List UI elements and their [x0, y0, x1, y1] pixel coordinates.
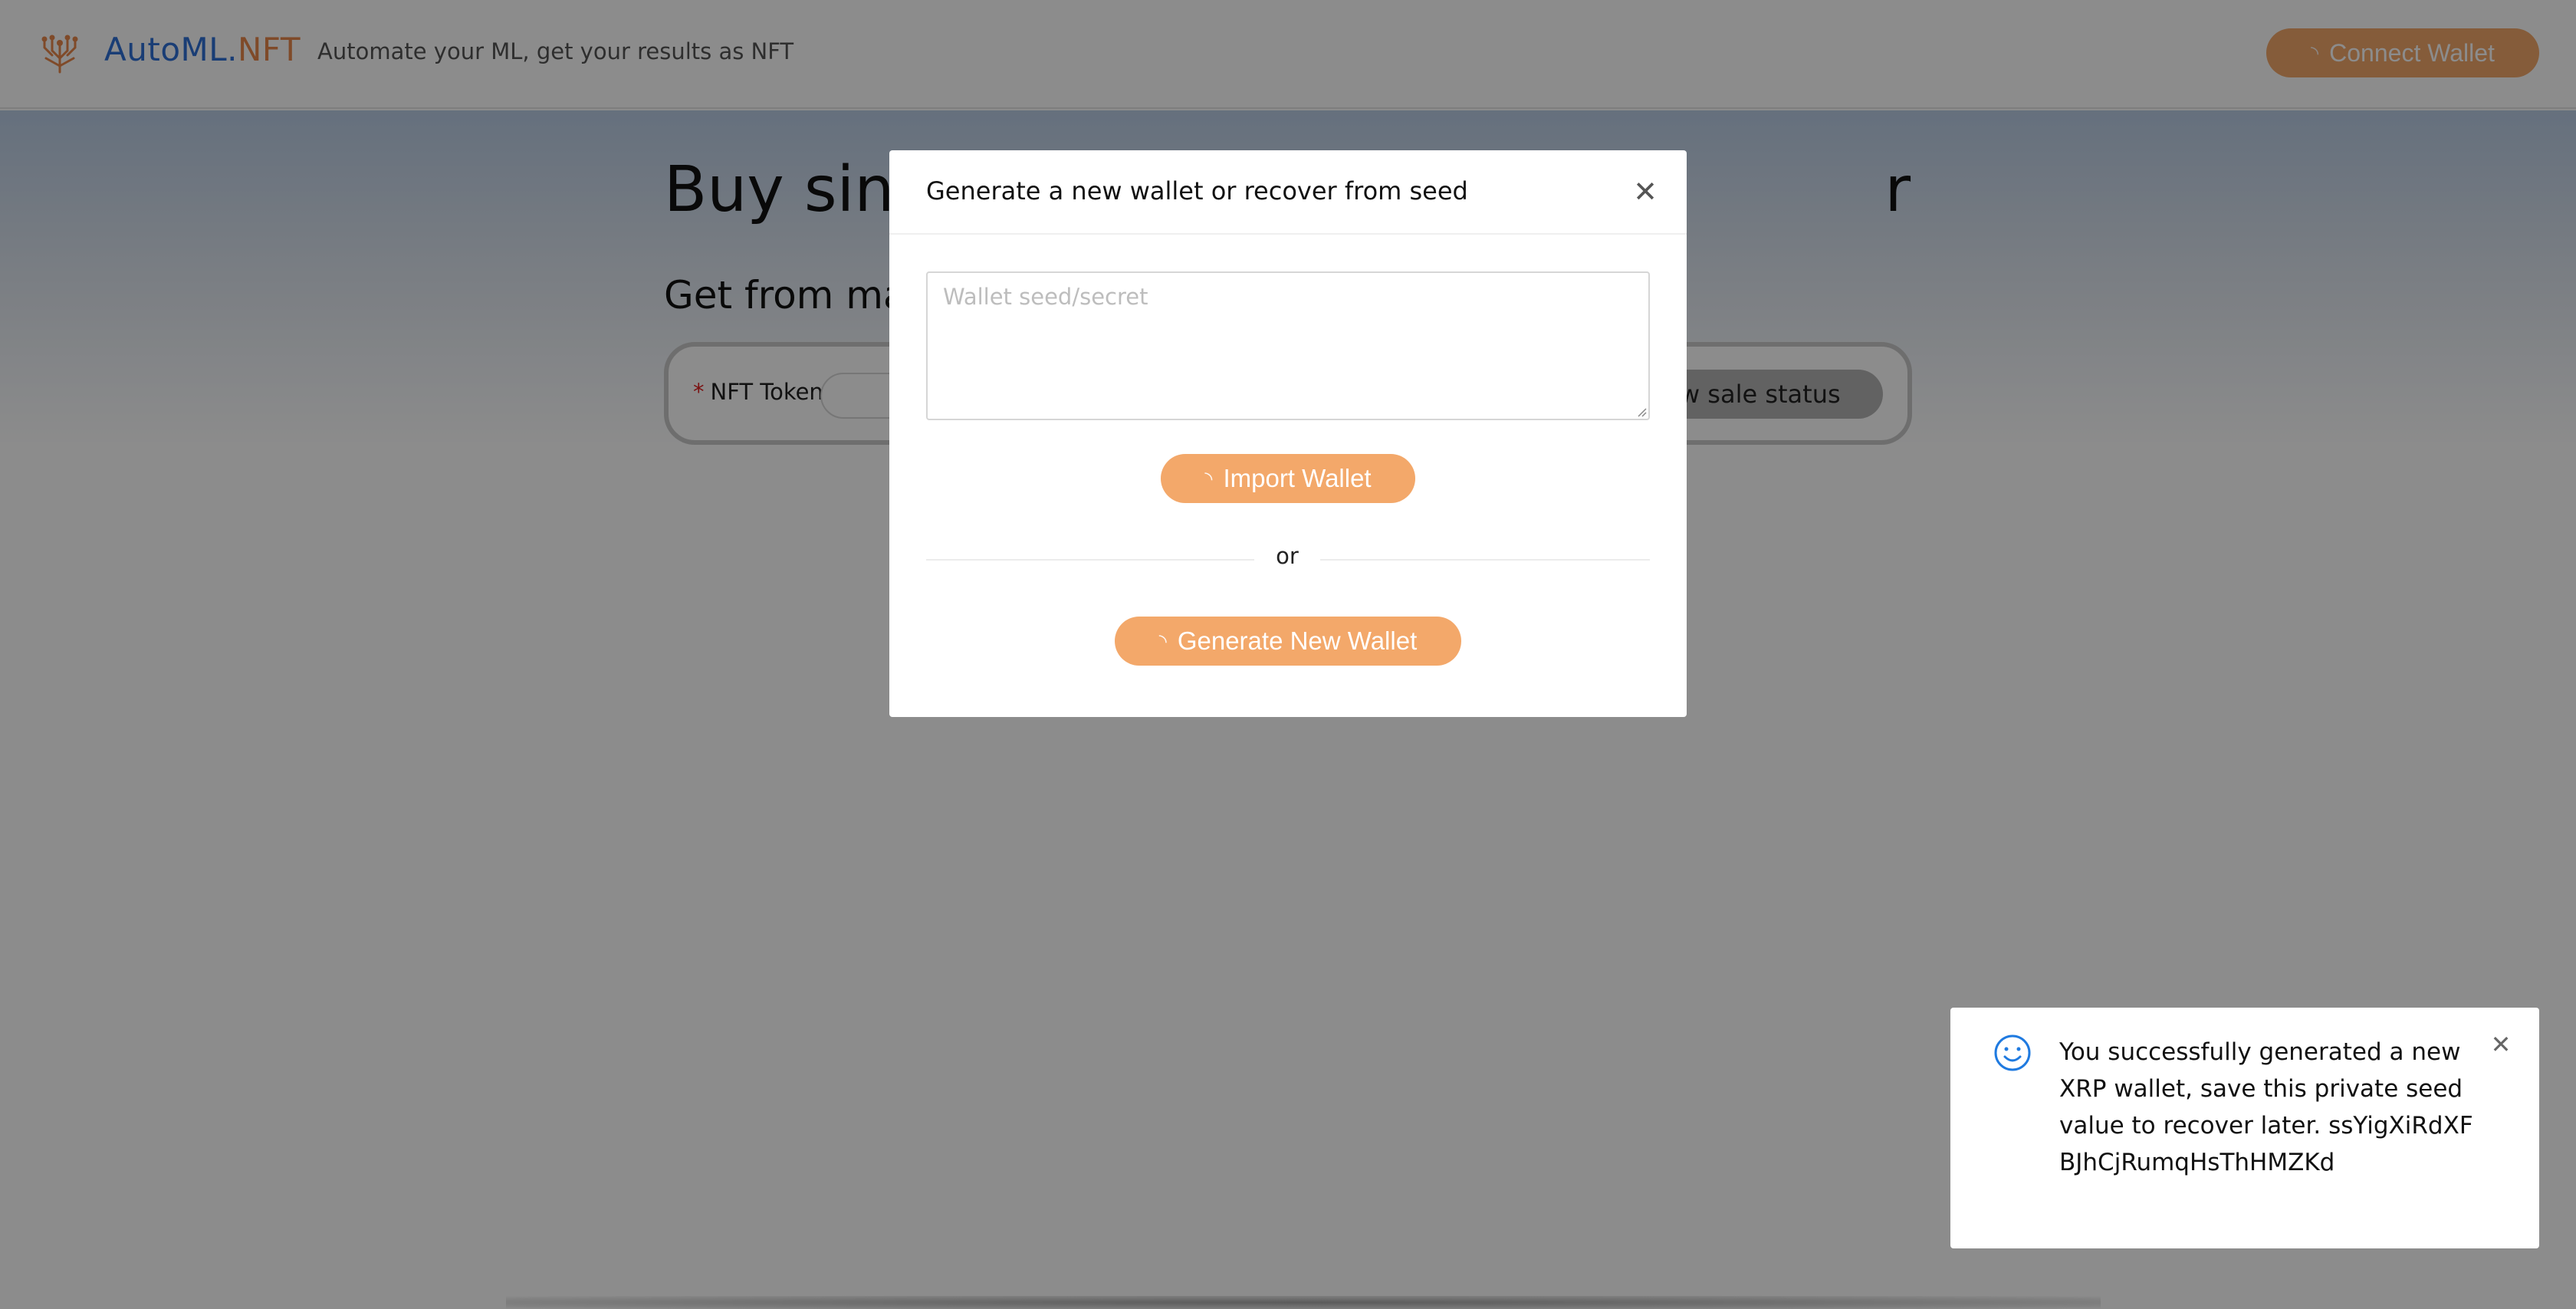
modal-title: Generate a new wallet or recover from se…: [926, 176, 1468, 206]
resize-handle-icon[interactable]: [1636, 406, 1647, 417]
import-wallet-button[interactable]: ◝ Import Wallet: [1161, 454, 1415, 503]
divider-right: [1320, 559, 1650, 561]
bottom-shadow: [506, 1296, 2101, 1309]
smile-icon: [1994, 1034, 2031, 1071]
close-icon[interactable]: ✕: [1630, 176, 1661, 207]
divider-left: [926, 559, 1254, 561]
notification-message: You successfully generated a new XRP wal…: [2059, 1038, 2473, 1176]
import-wallet-label: Import Wallet: [1223, 464, 1372, 492]
close-icon[interactable]: ✕: [2487, 1031, 2515, 1058]
modal-header: Generate a new wallet or recover from se…: [889, 150, 1687, 235]
loading-spinner-icon: ◝: [1204, 466, 1213, 490]
wallet-seed-input[interactable]: [926, 271, 1650, 420]
wallet-modal: Generate a new wallet or recover from se…: [889, 150, 1687, 717]
generate-new-wallet-label: Generate New Wallet: [1177, 627, 1418, 655]
generate-new-wallet-button[interactable]: ◝ Generate New Wallet: [1115, 617, 1461, 666]
success-notification: You successfully generated a new XRP wal…: [1950, 1008, 2539, 1248]
divider-text: or: [1276, 543, 1299, 569]
loading-spinner-icon: ◝: [1158, 629, 1167, 653]
